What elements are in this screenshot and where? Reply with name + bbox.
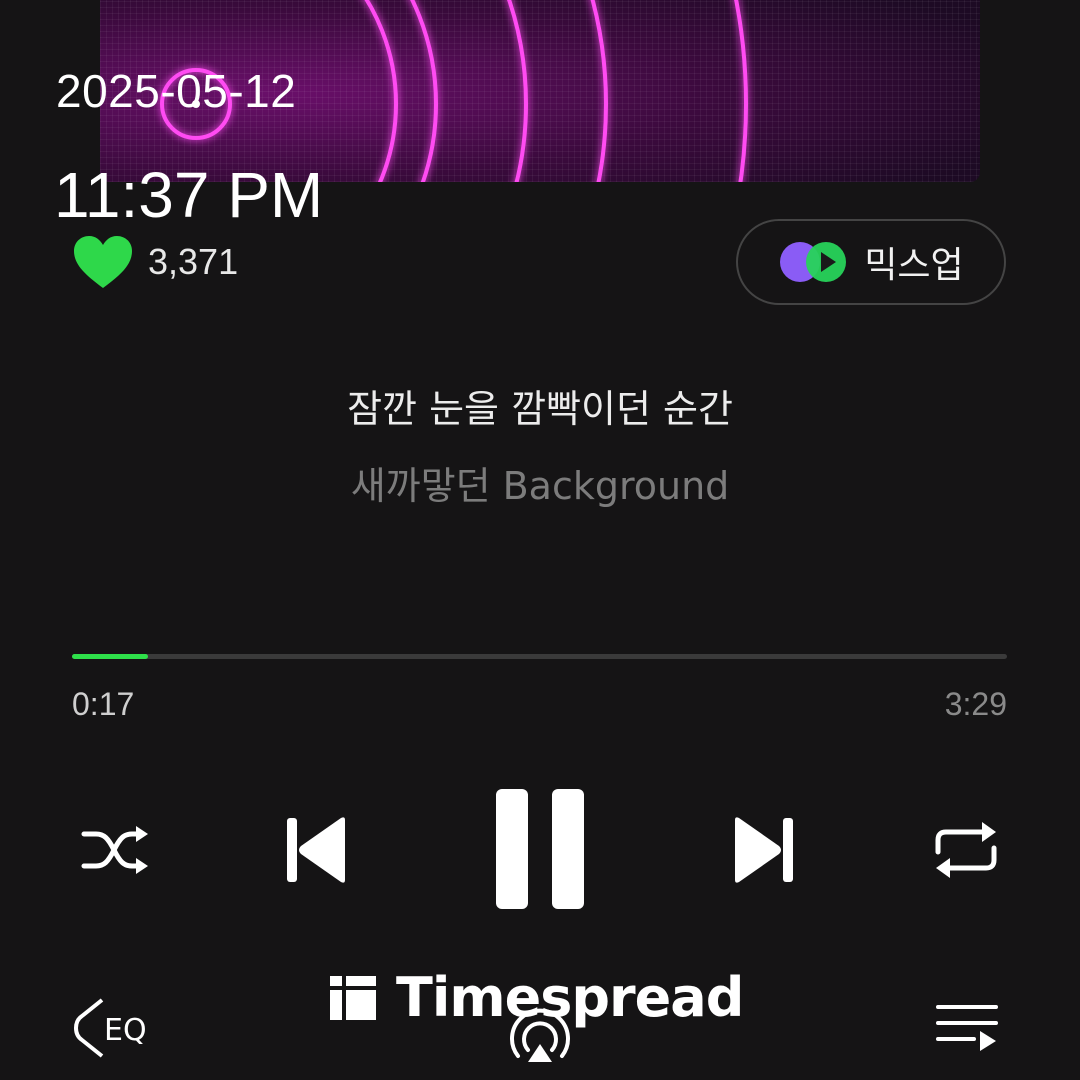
like-button[interactable]: 3,371 — [72, 234, 238, 290]
pause-icon — [496, 789, 584, 909]
eq-icon: EQ — [74, 998, 147, 1058]
shuffle-button[interactable] — [74, 818, 154, 882]
previous-button[interactable] — [280, 812, 352, 888]
timespread-logo-icon — [330, 975, 376, 1020]
mixup-label: 믹스업 — [864, 245, 964, 286]
repeat-icon — [935, 822, 997, 878]
eq-label: EQ — [104, 1013, 147, 1048]
overlay-date: 2025-05-12 — [56, 65, 297, 117]
eq-button[interactable]: EQ — [72, 996, 162, 1062]
pause-button[interactable] — [490, 786, 590, 912]
progress-fill — [72, 654, 148, 659]
mixup-icon — [780, 242, 847, 282]
next-icon — [735, 817, 793, 883]
lyric-current-line[interactable]: 잠깐 눈을 깜빡이던 순간 — [0, 378, 1080, 433]
elapsed-time: 0:17 — [72, 686, 135, 722]
watermark: Timespread — [328, 966, 744, 1029]
total-duration: 3:29 — [944, 686, 1007, 722]
music-player-screen: 2025-05-12 11:37 PM 3,371 믹스업 잠깐 눈을 깜빡이던… — [0, 0, 1080, 1080]
playlist-icon — [936, 1005, 998, 1051]
repeat-button[interactable] — [928, 816, 1004, 884]
like-count: 3,371 — [148, 241, 239, 282]
previous-icon — [287, 817, 345, 883]
next-button[interactable] — [728, 812, 800, 888]
watermark-text: Timespread — [396, 966, 744, 1029]
progress-bar[interactable] — [72, 654, 1007, 659]
shuffle-icon — [81, 826, 148, 874]
heart-icon — [74, 236, 132, 288]
mixup-button[interactable]: 믹스업 — [736, 219, 1006, 305]
overlay-time: 11:37 PM — [54, 159, 324, 231]
playlist-button[interactable] — [932, 1000, 1002, 1060]
lyric-next-line[interactable]: 새까맣던 Background — [0, 455, 1080, 510]
